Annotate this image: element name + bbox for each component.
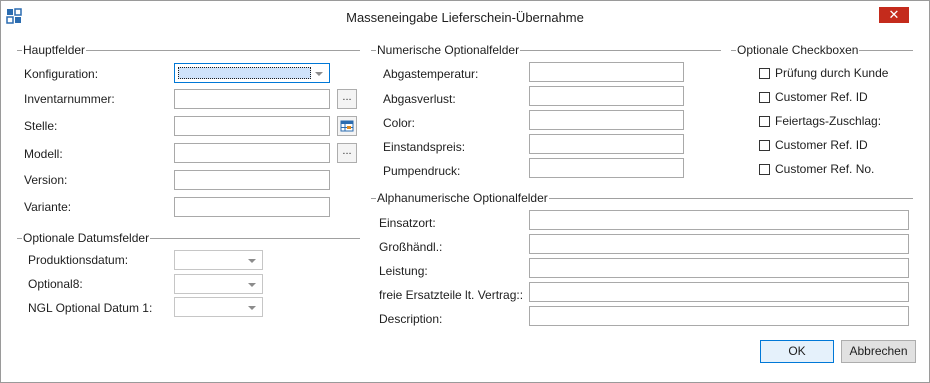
checkbox-box[interactable] [759,67,770,79]
group-title: Hauptfelder [23,43,86,57]
konfiguration-dropdown[interactable] [174,63,330,83]
pumpendruck-input[interactable] [529,158,684,178]
stelle-label: Stelle: [24,119,58,133]
konfiguration-value [178,67,311,79]
stelle-picker-button[interactable] [337,116,357,136]
group-checkboxen: Optionale Checkboxen [731,43,913,57]
group-title: Numerische Optionalfelder [377,43,520,57]
einsatzort-label: Einsatzort: [379,216,436,230]
leistung-label: Leistung: [379,264,428,278]
color-input[interactable] [529,110,684,130]
checkbox-customer-ref-id[interactable]: Customer Ref. ID [759,89,868,105]
checkbox-label: Prüfung durch Kunde [775,66,889,80]
window-title: Masseneingabe Lieferschein-Übernahme [346,10,584,25]
checkbox-box[interactable] [759,163,770,175]
modell-label: Modell: [24,147,63,161]
title-bar: Masseneingabe Lieferschein-Übernahme ✕ [1,1,929,33]
ok-button[interactable]: OK [760,340,834,363]
leistung-input[interactable] [529,258,909,278]
checkbox-feiertags-zuschlag[interactable]: Feiertags-Zuschlag: [759,113,881,129]
inventarnummer-browse-button[interactable]: ... [337,89,357,109]
checkbox-customer-ref-id-2[interactable]: Customer Ref. ID [759,137,868,153]
chevron-down-icon [248,283,256,287]
close-button[interactable]: ✕ [879,7,909,23]
grosshaendl-label: Großhändl.: [379,240,443,254]
chevron-down-icon [315,72,323,76]
variante-label: Variante: [24,200,72,214]
checkbox-box[interactable] [759,139,770,151]
abgasverlust-label: Abgasverlust: [383,92,456,106]
chevron-down-icon [248,259,256,263]
chevron-down-icon [248,306,256,310]
optional8-label: Optional8: [28,277,83,291]
freie-ersatzteile-label: freie Ersatzteile lt. Vertrag:: [379,288,524,302]
group-hauptfelder: Hauptfelder [17,43,360,57]
variante-input[interactable] [174,197,330,217]
group-title: Alphanumerische Optionalfelder [377,191,548,205]
stelle-input[interactable] [174,116,330,136]
cancel-button[interactable]: Abbrechen [841,340,916,363]
group-title: Optionale Datumsfelder [23,231,150,245]
einsatzort-input[interactable] [529,210,909,230]
color-label: Color: [383,116,416,130]
inventarnummer-input[interactable] [174,89,330,109]
checkbox-box[interactable] [759,91,770,103]
modell-browse-button[interactable]: ... [337,143,357,163]
group-numerische: Numerische Optionalfelder [371,43,721,57]
produktionsdatum-label: Produktionsdatum: [28,253,129,267]
checkbox-label: Customer Ref. No. [775,162,875,176]
group-alphanumerische: Alphanumerische Optionalfelder [371,191,913,205]
optional8-dropdown[interactable] [174,274,263,294]
checkbox-label: Customer Ref. ID [775,138,868,152]
group-datumsfelder: Optionale Datumsfelder [17,231,360,245]
freie-ersatzteile-input[interactable] [529,282,909,302]
abgasverlust-input[interactable] [529,86,684,106]
group-title: Optionale Checkboxen [737,43,859,57]
checkbox-box[interactable] [759,115,770,127]
einstandspreis-label: Einstandspreis: [383,140,466,154]
konfiguration-label: Konfiguration: [24,67,99,81]
ngl-optional-datum-dropdown[interactable] [174,297,263,317]
ngl-optional-datum-label: NGL Optional Datum 1: [28,301,153,315]
checkbox-label: Customer Ref. ID [775,90,868,104]
description-input[interactable] [529,306,909,326]
version-input[interactable] [174,170,330,190]
version-label: Version: [24,173,68,187]
dialog-window: Masseneingabe Lieferschein-Übernahme ✕ H… [0,0,930,383]
einstandspreis-input[interactable] [529,134,684,154]
inventarnummer-label: Inventarnummer: [24,92,115,106]
checkbox-label: Feiertags-Zuschlag: [775,114,882,128]
produktionsdatum-dropdown[interactable] [174,250,263,270]
abgastemperatur-input[interactable] [529,62,684,82]
close-icon: ✕ [888,7,900,22]
pumpendruck-label: Pumpendruck: [383,164,461,178]
modell-input[interactable] [174,143,330,163]
grosshaendl-input[interactable] [529,234,909,254]
checkbox-pruefung-durch-kunde[interactable]: Prüfung durch Kunde [759,65,888,81]
table-picker-icon [338,120,356,138]
description-label: Description: [379,312,443,326]
abgastemperatur-label: Abgastemperatur: [383,67,479,81]
checkbox-customer-ref-no[interactable]: Customer Ref. No. [759,161,874,177]
